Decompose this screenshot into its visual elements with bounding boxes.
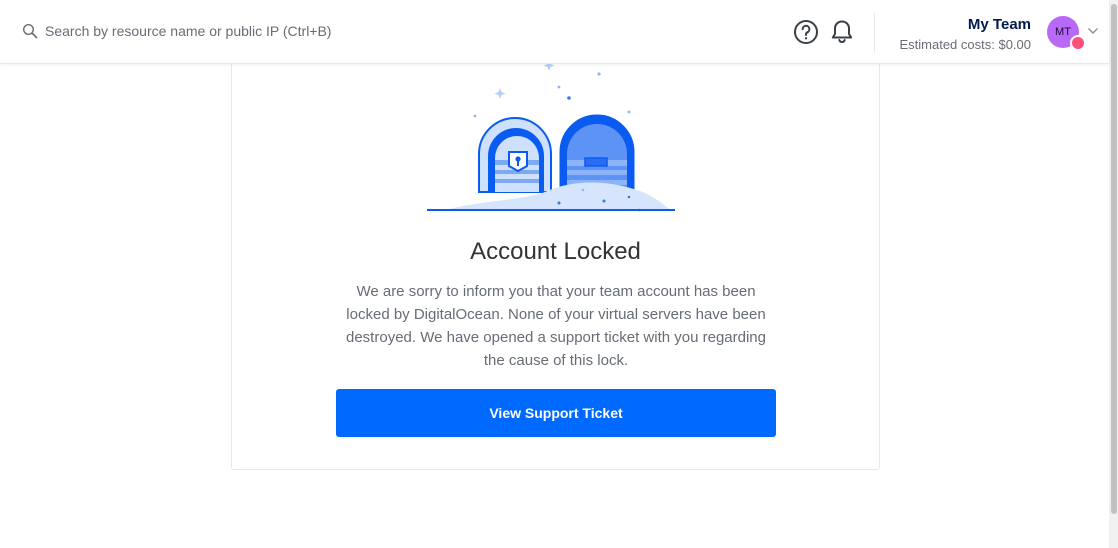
scrollbar-thumb[interactable] xyxy=(1111,4,1117,514)
team-switcher[interactable]: My Team Estimated costs: $0.00 xyxy=(899,15,1031,54)
chevron-down-icon[interactable] xyxy=(1087,26,1099,36)
estimated-costs: Estimated costs: $0.00 xyxy=(899,37,1031,52)
team-name: My Team xyxy=(967,16,1031,33)
help-circle-icon[interactable] xyxy=(793,19,819,45)
lock-message: We are sorry to inform you that your tea… xyxy=(346,283,766,369)
bell-icon[interactable] xyxy=(829,18,855,46)
search-input[interactable] xyxy=(45,20,465,42)
header-divider xyxy=(874,13,875,53)
avatar-badge xyxy=(1070,35,1086,51)
view-support-ticket-button[interactable]: View Support Ticket xyxy=(336,389,776,437)
avatar-initials: MT xyxy=(1055,26,1071,38)
account-locked-card: Account Locked We are sorry to inform yo… xyxy=(231,40,880,470)
search-icon xyxy=(22,23,38,39)
page-title: Account Locked xyxy=(470,238,641,265)
treasure-chest-locked-illustration xyxy=(427,60,675,212)
top-navigation-bar: My Team Estimated costs: $0.00 MT xyxy=(0,0,1109,64)
